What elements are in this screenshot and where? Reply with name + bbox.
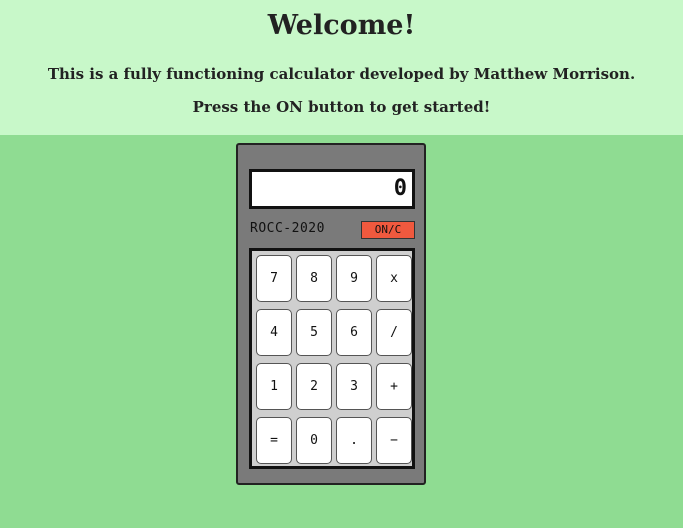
on-clear-button[interactable]: ON/C [361, 221, 415, 239]
page-title: Welcome! [267, 10, 416, 41]
key-multiply[interactable]: x [376, 255, 412, 302]
key-equals[interactable]: = [256, 417, 292, 464]
key-1[interactable]: 1 [256, 363, 292, 410]
key-6[interactable]: 6 [336, 309, 372, 356]
calculator-display: 0 [249, 169, 415, 209]
key-3[interactable]: 3 [336, 363, 372, 410]
key-7[interactable]: 7 [256, 255, 292, 302]
calculator: 0 ROCC-2020 ON/C 7 8 9 x 4 5 6 / 1 2 3 +… [236, 143, 426, 485]
welcome-banner: Welcome! This is a fully functioning cal… [0, 0, 683, 135]
key-5[interactable]: 5 [296, 309, 332, 356]
instructions-text: Press the ON button to get started! [192, 98, 491, 116]
key-9[interactable]: 9 [336, 255, 372, 302]
key-minus[interactable]: − [376, 417, 412, 464]
keypad: 7 8 9 x 4 5 6 / 1 2 3 + = 0 . − [249, 248, 415, 469]
key-plus[interactable]: + [376, 363, 412, 410]
key-0[interactable]: 0 [296, 417, 332, 464]
key-4[interactable]: 4 [256, 309, 292, 356]
key-2[interactable]: 2 [296, 363, 332, 410]
key-decimal[interactable]: . [336, 417, 372, 464]
key-divide[interactable]: / [376, 309, 412, 356]
calculator-brand: ROCC-2020 [250, 221, 325, 236]
key-8[interactable]: 8 [296, 255, 332, 302]
intro-text: This is a fully functioning calculator d… [47, 65, 636, 83]
